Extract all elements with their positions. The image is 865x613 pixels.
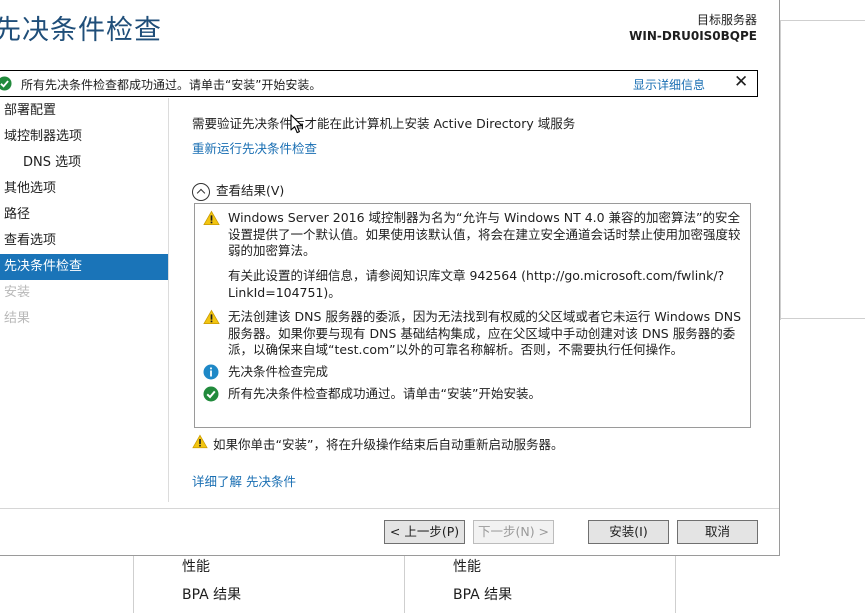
previous-button[interactable]: < 上一步(P) bbox=[384, 520, 465, 544]
server-manager-background-pane bbox=[780, 0, 865, 613]
divider bbox=[780, 20, 865, 21]
adds-configuration-wizard: 先决条件检查 目标服务器 WIN-DRU0IS0BQPE 所有先决条件检查都成功… bbox=[0, 0, 780, 556]
wizard-step-nav: 部署配置 域控制器选项 DNS 选项 其他选项 路径 查看选项 先决条件检查 安… bbox=[0, 98, 169, 502]
page-title: 先决条件检查 bbox=[0, 15, 162, 46]
nav-step-dns-options[interactable]: DNS 选项 bbox=[0, 150, 168, 176]
view-results-label[interactable]: 查看结果(V) bbox=[216, 183, 284, 198]
view-results-toggle[interactable]: 查看结果(V) bbox=[192, 180, 284, 201]
nav-step-dc-options[interactable]: 域控制器选项 bbox=[0, 124, 168, 150]
restart-warning-text: 如果你单击“安装”，将在升级操作结束后自动重新启动服务器。 bbox=[213, 437, 564, 452]
warning-icon bbox=[203, 309, 220, 330]
nav-step-results: 结果 bbox=[4, 311, 31, 326]
status-notification-bar: 所有先决条件检查都成功通过。请单击“安装”开始安装。 显示详细信息 ✕ bbox=[0, 70, 758, 97]
divider bbox=[780, 318, 865, 319]
info-icon bbox=[203, 364, 219, 385]
result-text: 所有先决条件检查都成功通过。请单击“安装”开始安装。 bbox=[228, 386, 541, 401]
rerun-check-link[interactable]: 重新运行先决条件检查 bbox=[192, 138, 317, 157]
nav-step-installation: 安装 bbox=[4, 285, 31, 300]
tile-performance-label[interactable]: 性能 bbox=[182, 556, 210, 576]
cancel-button[interactable]: 取消 bbox=[677, 520, 758, 544]
intro-text: 需要验证先决条件后才能在此计算机上安装 Active Directory 域服务 bbox=[192, 116, 576, 131]
target-server: 目标服务器 WIN-DRU0IS0BQPE bbox=[629, 12, 757, 44]
nav-step-review[interactable]: 查看选项 bbox=[0, 228, 168, 254]
tile-performance-label[interactable]: 性能 bbox=[453, 556, 481, 576]
nav-step-deployment[interactable]: 部署配置 bbox=[0, 98, 168, 124]
divider bbox=[780, 20, 781, 320]
warning-icon bbox=[203, 210, 220, 231]
warning-icon bbox=[192, 434, 208, 452]
install-button[interactable]: 安装(I) bbox=[588, 520, 669, 544]
footer-divider bbox=[0, 508, 779, 509]
server-manager-tiles: 性能 BPA 结果 性能 BPA 结果 bbox=[0, 556, 865, 613]
nav-step-prerequisites[interactable]: 先决条件检查 bbox=[0, 254, 168, 280]
status-message: 所有先决条件检查都成功通过。请单击“安装”开始安装。 bbox=[21, 78, 322, 92]
role-tile[interactable]: 性能 BPA 结果 bbox=[133, 556, 405, 613]
tile-bpa-label[interactable]: BPA 结果 bbox=[453, 584, 512, 604]
result-text: 无法创建该 DNS 服务器的委派，因为无法找到有权威的父区域或者它未运行 Win… bbox=[228, 309, 742, 357]
tile-bpa-label[interactable]: BPA 结果 bbox=[182, 584, 241, 604]
results-list[interactable]: Windows Server 2016 域控制器为名为“允许与 Windows … bbox=[194, 203, 751, 428]
result-text: 有关此设置的详细信息，请参阅知识库文章 942564 (http://go.mi… bbox=[228, 268, 725, 300]
next-button: 下一步(N) > bbox=[473, 520, 554, 544]
show-details-link[interactable]: 显示详细信息 bbox=[633, 76, 705, 93]
mouse-cursor-icon bbox=[290, 114, 304, 138]
result-text: 先决条件检查完成 bbox=[228, 364, 329, 379]
success-icon bbox=[203, 386, 219, 407]
success-icon bbox=[0, 76, 12, 95]
nav-step-additional-options[interactable]: 其他选项 bbox=[0, 176, 168, 202]
nav-step-paths[interactable]: 路径 bbox=[0, 202, 168, 228]
close-icon[interactable]: ✕ bbox=[734, 72, 748, 92]
target-server-label: 目标服务器 bbox=[696, 13, 757, 27]
result-text: Windows Server 2016 域控制器为名为“允许与 Windows … bbox=[228, 210, 741, 258]
learn-more-link[interactable]: 详细了解 先决条件 bbox=[192, 471, 296, 490]
target-server-name: WIN-DRU0IS0BQPE bbox=[629, 29, 757, 43]
chevron-up-icon[interactable] bbox=[192, 182, 210, 201]
role-tile[interactable]: 性能 BPA 结果 bbox=[404, 556, 676, 613]
